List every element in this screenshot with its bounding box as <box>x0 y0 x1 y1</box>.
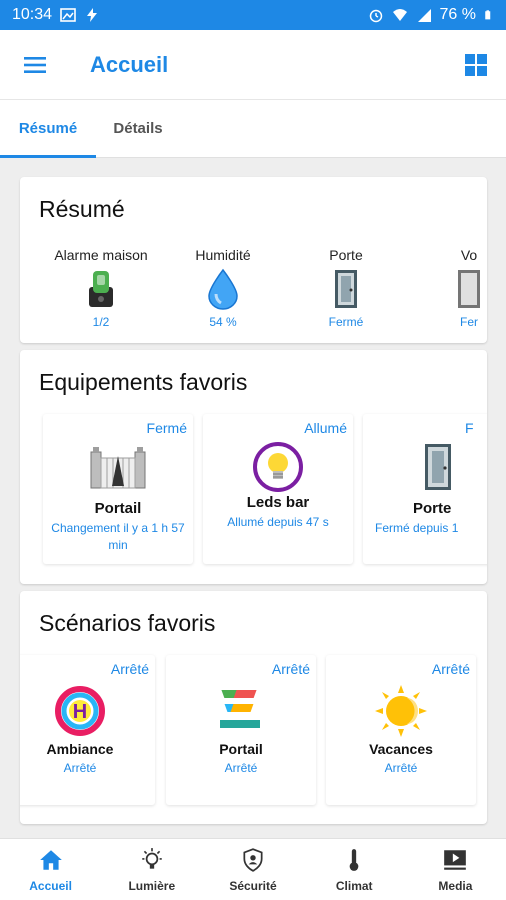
device-name: Leds bar <box>246 494 310 511</box>
nav-label: Climat <box>335 878 373 893</box>
scenario-state: Arrêté <box>271 661 310 677</box>
summary-item-label: Humidité <box>195 247 251 263</box>
nav-climat[interactable]: Climat <box>304 839 405 900</box>
summary-item-value: 1/2 <box>92 315 110 329</box>
wifi-icon <box>392 9 407 21</box>
device-state: Allumé <box>304 420 347 436</box>
summary-item-value: 54 % <box>209 315 237 329</box>
nav-lumiere[interactable]: Lumière <box>101 839 202 900</box>
gate-icon <box>43 442 193 492</box>
scenario-tile-ambiance[interactable]: Arrêté H Ambiance Arrêté <box>20 655 155 805</box>
home-icon <box>39 849 62 870</box>
device-name: Porte <box>413 500 452 517</box>
device-state: Fermé <box>146 420 187 436</box>
battery-icon <box>485 10 491 20</box>
scenario-status: Arrêté <box>224 761 258 775</box>
device-tile-porte[interactable]: F Porte Fermé depuis 1 <box>363 414 487 564</box>
device-status: Fermé depuis 1 <box>375 521 459 535</box>
water-drop-icon <box>168 268 278 310</box>
scenario-name: Vacances <box>369 741 433 757</box>
flash-icon <box>87 8 98 22</box>
device-state: F <box>465 420 474 436</box>
summary-item-shutter[interactable]: Vo Fer <box>414 247 487 329</box>
device-name: Portail <box>94 500 142 517</box>
tab-resume[interactable]: Résumé <box>0 100 96 158</box>
nav-accueil[interactable]: Accueil <box>0 839 101 900</box>
favorite-scenarios-card: Scénarios favoris Arrêté H Ambiance Arrê… <box>20 591 487 824</box>
page-title: Accueil <box>90 51 169 77</box>
scenario-tile-portail[interactable]: Arrêté Portail Arrêté <box>166 655 316 805</box>
summary-item-alarm[interactable]: Alarme maison 1/2 <box>46 247 156 329</box>
nav-media[interactable]: Media <box>405 839 506 900</box>
summary-item-door[interactable]: Porte Fermé <box>291 247 401 329</box>
nav-label: Lumière <box>128 878 176 893</box>
summary-item-label: Vo <box>460 247 478 263</box>
scenario-state: Arrêté <box>110 661 149 677</box>
svg-text:H: H <box>73 701 87 723</box>
scenario-status: Arrêté <box>384 761 418 775</box>
door-icon <box>423 442 453 492</box>
device-status: Allumé depuis 47 s <box>227 515 329 529</box>
favorite-devices-card: Equipements favoris Fermé Portail Change… <box>20 350 487 584</box>
summary-card: Résumé Alarme maison 1/2 Humidité 54 % P… <box>20 177 487 343</box>
tab-details[interactable]: Détails <box>96 100 180 157</box>
device-tile-portail[interactable]: Fermé Portail Changement il y a 1 h 57 m… <box>43 414 193 564</box>
sun-icon <box>326 683 476 739</box>
app-bar: Accueil <box>0 30 506 100</box>
favorite-devices-title: Equipements favoris <box>39 369 248 395</box>
grid-view-button[interactable] <box>446 30 506 100</box>
summary-title: Résumé <box>39 196 125 222</box>
nav-label: Media <box>438 878 473 893</box>
favorite-scenarios-title: Scénarios favoris <box>39 610 216 636</box>
summary-item-humidity[interactable]: Humidité 54 % <box>168 247 278 329</box>
hamburger-icon <box>24 56 46 73</box>
shield-icon <box>243 847 263 872</box>
thermometer-icon <box>349 848 359 871</box>
scenario-status: Arrêté <box>63 761 97 775</box>
door-icon <box>291 269 401 309</box>
nav-label: Accueil <box>29 878 72 893</box>
photo-notification-icon <box>60 8 76 22</box>
status-time: 10:34 <box>12 6 53 23</box>
bottom-navigation: Accueil Lumière Sécurité Climat Media <box>0 838 506 900</box>
scenario-state: Arrêté <box>431 661 470 677</box>
summary-item-label: Alarme maison <box>54 247 148 263</box>
device-status: Changement il y a 1 h 57 min <box>51 521 185 552</box>
shutter-icon <box>414 269 487 309</box>
scenario-name: Portail <box>219 741 263 757</box>
menu-button[interactable] <box>0 30 70 100</box>
summary-item-value: Fer <box>460 315 478 329</box>
grid-icon <box>465 53 487 76</box>
portail-scenario-icon <box>166 683 316 739</box>
signal-icon <box>417 9 431 22</box>
nav-label: Sécurité <box>229 878 277 893</box>
scenario-tile-vacances[interactable]: Arrêté Vacances Arrêté <box>326 655 476 805</box>
summary-item-value: Fermé <box>328 315 364 329</box>
media-icon <box>444 849 467 870</box>
device-tile-leds-bar[interactable]: Allumé Leds bar Allumé depuis 47 s <box>203 414 353 564</box>
ambiance-icon: H <box>20 683 155 739</box>
alarm-clock-icon <box>369 9 382 23</box>
tab-bar: Résumé Détails <box>0 100 506 158</box>
summary-item-label: Porte <box>329 247 363 263</box>
alarm-icon <box>46 269 156 309</box>
status-bar: 10:34 76 % <box>0 0 506 30</box>
battery-percent: 76 % <box>439 6 476 23</box>
nav-securite[interactable]: Sécurité <box>202 839 303 900</box>
lightbulb-icon <box>142 847 162 869</box>
bulb-icon <box>203 442 353 492</box>
scenario-name: Ambiance <box>46 741 114 757</box>
